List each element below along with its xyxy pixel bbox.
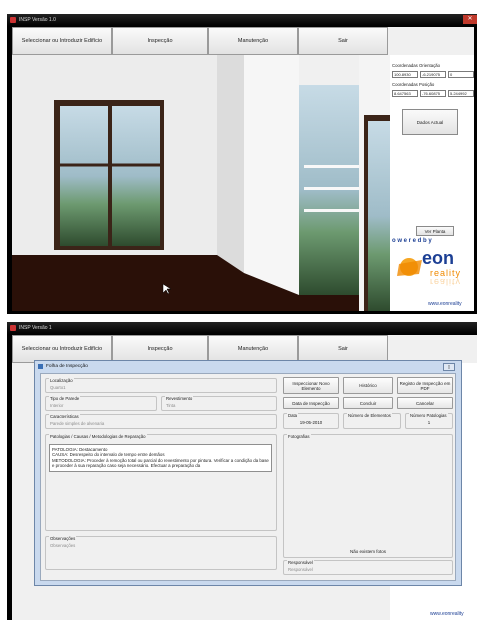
maintenance-button[interactable]: Manutenção: [208, 27, 298, 55]
dialog-title-bar: Folha de Inspecção ▯: [35, 361, 461, 372]
inspection-dialog: Folha de Inspecção ▯ Localização Quarto1…: [34, 360, 462, 586]
3d-viewport[interactable]: [12, 55, 390, 311]
wall-type-label: Tipo de Parede: [49, 396, 81, 401]
orientation-label: Coordenadas Orientação: [392, 63, 441, 68]
inspection-button[interactable]: Inspecção: [112, 27, 208, 55]
dialog-body: Localização Quarto1 Tipo de Parede Inter…: [40, 373, 456, 581]
pathology-count-value: 1: [427, 420, 431, 425]
methodology-line: METODOLOGIA: Proceder à remoção total ou…: [52, 457, 269, 468]
responsible-value[interactable]: Responsável: [288, 567, 313, 572]
select-building-button[interactable]: Seleccionar ou Introduzir Edifício: [12, 27, 112, 55]
position-z-field[interactable]: 5.244992: [448, 90, 474, 97]
wall-type-group: Tipo de Parede Interior: [45, 396, 157, 411]
update-data-button[interactable]: Dados Actual: [402, 109, 458, 135]
cancel-button[interactable]: Cancelar: [397, 397, 453, 409]
dialog-icon: [38, 364, 43, 369]
characteristics-group: Características Parede simples de alvena…: [45, 414, 277, 429]
room-scene: [12, 55, 390, 311]
observations-group: Observações Observações: [45, 536, 277, 570]
pathologies-group: Patologias / Causas / Metodologias de Re…: [45, 434, 277, 531]
location-group: Localização Quarto1: [45, 378, 277, 393]
characteristics-label: Características: [49, 414, 80, 419]
no-photos-text: Não existem fotos: [349, 549, 386, 554]
reality-reflection: reality: [430, 277, 462, 287]
title-bar: INSP Versão 1.0 ✕: [7, 14, 477, 26]
responsible-label: Responsável: [287, 560, 314, 565]
photos-group: Fotografias Não existem fotos: [283, 434, 453, 558]
observations-value[interactable]: Observações: [50, 543, 75, 548]
new-element-button[interactable]: Inspeccionar Novo Elemento: [283, 377, 339, 394]
main-panel: Seleccionar ou Introduzir Edifício Inspe…: [12, 27, 474, 311]
wall-type-value[interactable]: Interior: [50, 403, 63, 408]
orientation-y-field[interactable]: -6.219075: [420, 71, 446, 78]
dialog-title: Folha de Inspecção: [46, 364, 88, 369]
top-app-window: INSP Versão 1.0 ✕ Seleccionar ou Introdu…: [7, 14, 477, 314]
eon-logo: eon reality reality: [394, 248, 474, 290]
elements-count-label: Número de Elementos: [347, 413, 392, 418]
pathology-textarea[interactable]: PATOLOGIA: Destacamento CAUSA: Desrespei…: [49, 444, 272, 472]
pathologies-label: Patologias / Causas / Metodologias de Re…: [49, 434, 147, 439]
title-bar-lower: INSP Versão 1: [7, 322, 477, 334]
eon-text: eon: [422, 248, 455, 268]
observations-label: Observações: [49, 536, 77, 541]
elements-count-group: Número de Elementos: [343, 413, 401, 429]
inspection-date-button[interactable]: Data de Inspecção: [283, 397, 339, 409]
history-button[interactable]: Histórico: [343, 377, 393, 394]
inspection-button-lower[interactable]: Inspecção: [112, 335, 208, 363]
location-label: Localização: [49, 378, 74, 383]
eon-sun-icon: [397, 258, 422, 276]
close-button[interactable]: ✕: [463, 15, 477, 24]
eonreality-url-lower[interactable]: www.eonreality: [430, 611, 464, 617]
eonreality-url[interactable]: www.eonreality: [428, 301, 462, 307]
exit-button[interactable]: Sair: [298, 27, 388, 55]
app-icon-lower: [10, 325, 16, 331]
covering-label: Revestimento: [165, 396, 194, 401]
app-icon: [10, 17, 16, 23]
orientation-z-field[interactable]: 0: [448, 71, 474, 78]
characteristics-value[interactable]: Parede simples de alvenaria: [50, 421, 104, 426]
covering-group: Revestimento Tinta: [161, 396, 277, 411]
position-label: Coordenadas Posição: [392, 82, 435, 87]
pdf-record-button[interactable]: Registo de Inspecção em PDF: [397, 377, 453, 394]
select-building-button-lower[interactable]: Seleccionar ou Introduzir Edifício: [12, 335, 112, 363]
pathology-count-label: Número Patologias: [409, 413, 448, 418]
date-group: Data 19-05-2010: [283, 413, 339, 429]
covering-value[interactable]: Tinta: [166, 403, 175, 408]
date-label: Data: [287, 413, 299, 418]
view-floor-plan-button[interactable]: Ver Planta: [416, 226, 454, 236]
pathology-count-group: Número Patologias 1: [405, 413, 453, 429]
powered-by-text: o w e r e d b y: [392, 238, 432, 244]
orientation-x-field[interactable]: 100.8930: [392, 71, 418, 78]
position-x-field[interactable]: 8.647563: [392, 90, 418, 97]
right-info-panel: Coordenadas Orientação 100.8930 -6.21907…: [390, 55, 474, 311]
location-value[interactable]: Quarto1: [50, 385, 66, 390]
window-title-lower: INSP Versão 1: [19, 325, 52, 331]
responsible-group: Responsável Responsável: [283, 560, 453, 575]
maintenance-button-lower[interactable]: Manutenção: [208, 335, 298, 363]
window-title: INSP Versão 1.0: [19, 17, 56, 23]
exit-button-lower[interactable]: Sair: [298, 335, 388, 363]
dialog-restore-icon[interactable]: ▯: [443, 363, 455, 371]
position-y-field[interactable]: -76.60875: [420, 90, 446, 97]
photos-label: Fotografias: [287, 434, 311, 439]
conclude-button[interactable]: Concluir: [343, 397, 393, 409]
date-value: 19-05-2010: [299, 420, 323, 425]
